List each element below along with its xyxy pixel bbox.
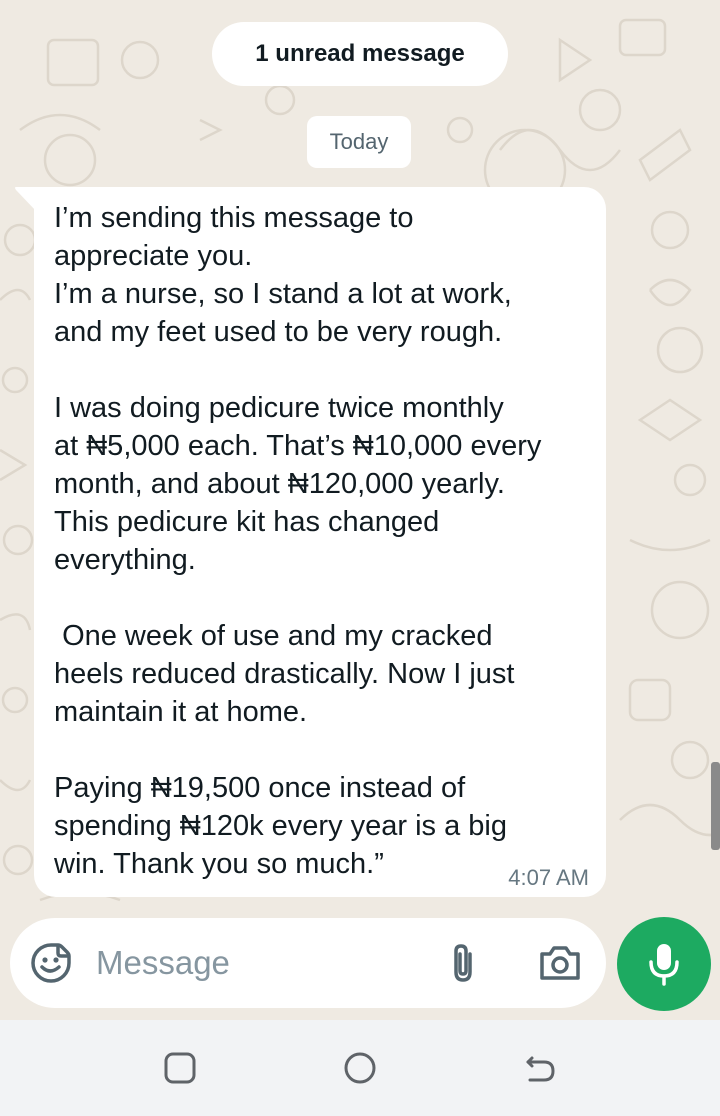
message-timestamp: 4:07 AM — [508, 865, 589, 890]
message-text: I’m sending this message to appreciate y… — [54, 202, 542, 880]
microphone-icon — [649, 944, 679, 986]
message-input[interactable] — [96, 940, 426, 986]
system-navigation-bar — [0, 1020, 720, 1116]
camera-icon[interactable] — [538, 944, 582, 982]
scrollbar-thumb[interactable] — [711, 762, 720, 850]
voice-record-button[interactable] — [617, 917, 711, 1011]
sticker-smiley-icon[interactable] — [30, 942, 72, 984]
paperclip-icon[interactable] — [446, 942, 480, 984]
back-icon[interactable] — [522, 1050, 558, 1086]
message-composer — [10, 918, 606, 1008]
home-icon[interactable] — [342, 1050, 378, 1086]
incoming-message-bubble[interactable]: I’m sending this message to appreciate y… — [34, 187, 606, 897]
unread-messages-banner: 1 unread message — [212, 22, 508, 86]
date-divider: Today — [307, 116, 411, 168]
recent-apps-icon[interactable] — [162, 1050, 198, 1086]
